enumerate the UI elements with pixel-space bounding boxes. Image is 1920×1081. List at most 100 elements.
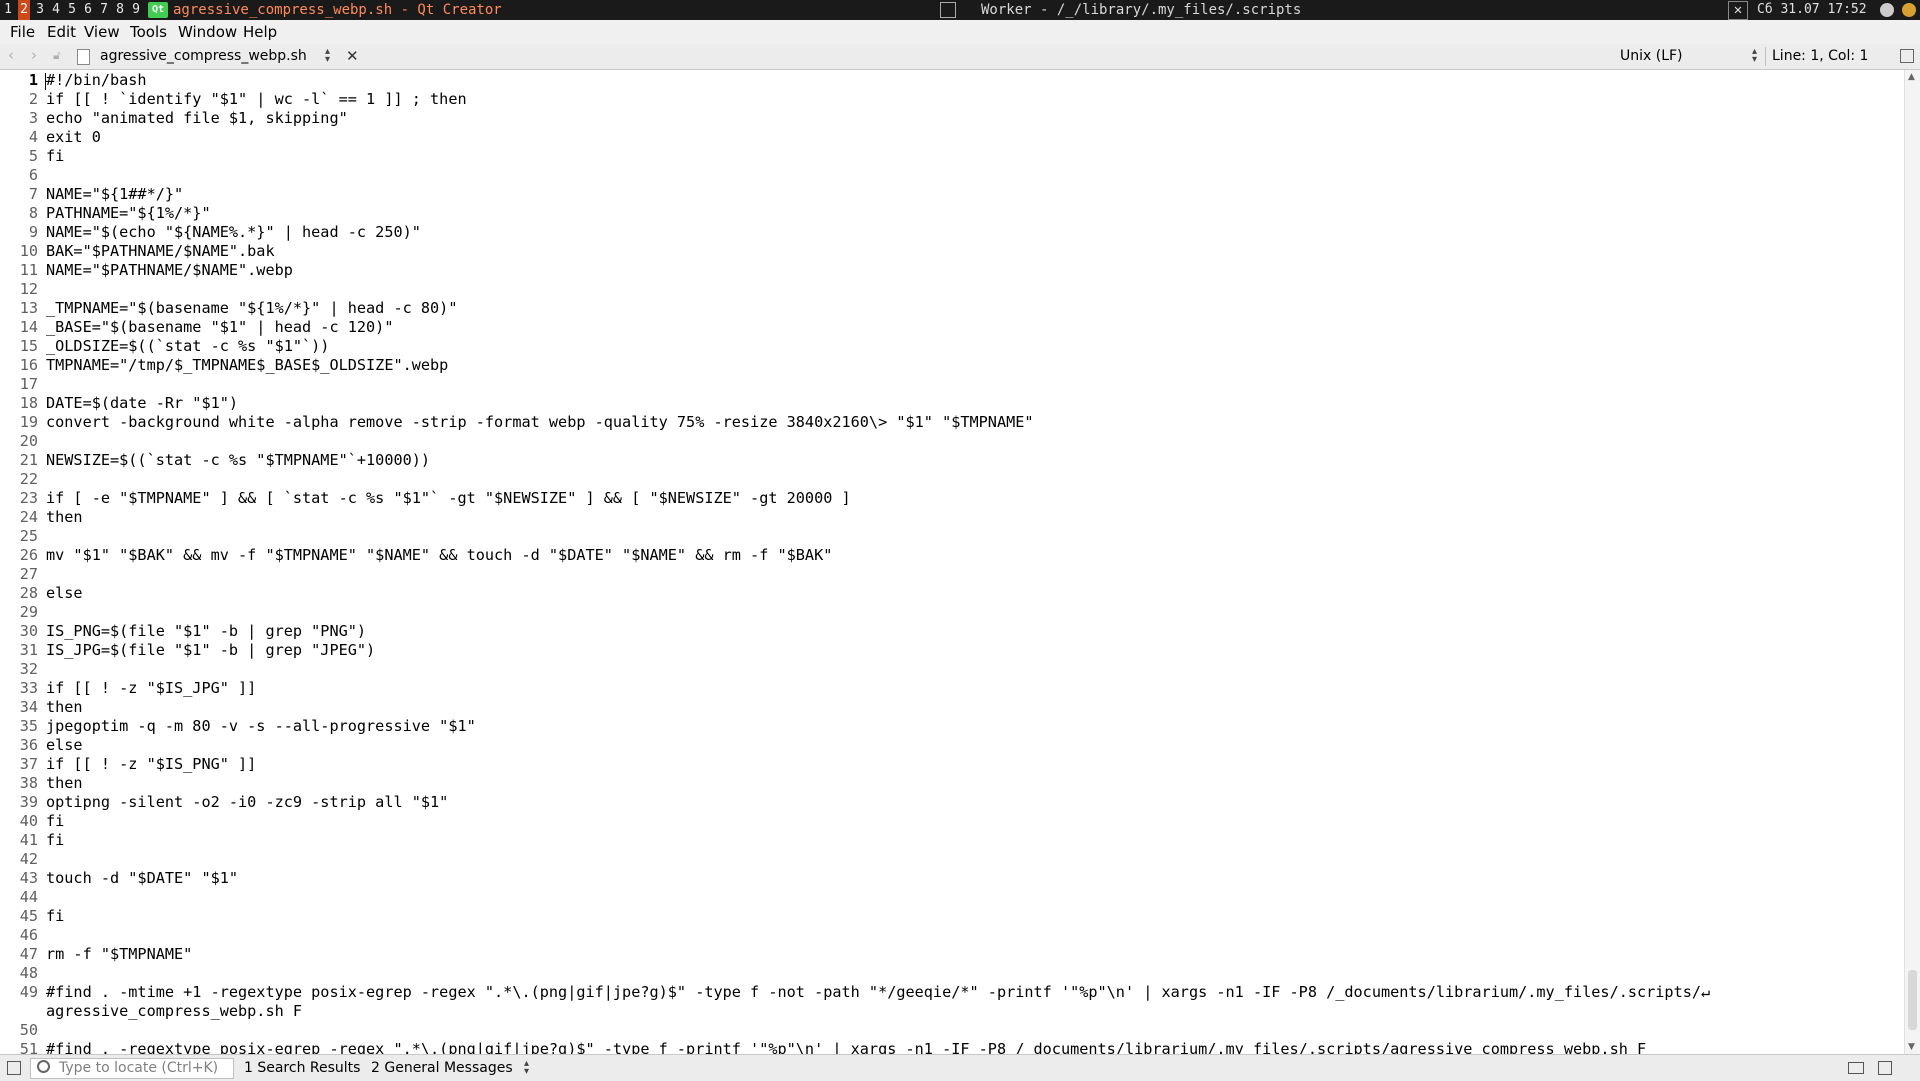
code-line[interactable]: NAME="$(echo "${NAME%.*}" | head -c 250)… [46, 223, 421, 242]
line-number: 15 [19, 337, 38, 355]
code-line[interactable]: PATHNAME="${1%/*}" [46, 204, 211, 223]
close-document-icon[interactable]: ✕ [346, 44, 359, 69]
output-panes-dropdown-icon[interactable]: ▴ ▾ [524, 1059, 529, 1077]
code-line[interactable]: fi [46, 907, 64, 926]
code-line[interactable]: exit 0 [46, 128, 101, 147]
clock: Сб 31.07 17:52 [1757, 2, 1867, 17]
line-number: 18 [19, 394, 38, 412]
forward-icon[interactable]: › [31, 46, 37, 64]
workspace-9[interactable]: 9 [130, 0, 142, 20]
menu-window[interactable]: Window [178, 20, 237, 44]
tray-icon[interactable] [1880, 3, 1894, 17]
code-line[interactable]: BAK="$PATHNAME/$NAME".bak [46, 242, 275, 261]
close-window-icon[interactable]: ✕ [1728, 1, 1748, 20]
code-line[interactable]: if [ -e "$TMPNAME" ] && [ `stat -c %s "$… [46, 489, 851, 508]
locator-input[interactable]: Type to locate (Ctrl+K) [30, 1058, 234, 1079]
toggle-right-sidebar-icon[interactable] [1878, 1061, 1892, 1075]
search-results-pane-button[interactable]: 1 Search Results [244, 1055, 360, 1081]
code-line[interactable]: convert -background white -alpha remove … [46, 413, 1034, 432]
line-number: 34 [19, 698, 38, 716]
code-line[interactable]: DATE=$(date -Rr "$1") [46, 394, 238, 413]
line-number: 49 [19, 983, 38, 1001]
scrollbar-thumb[interactable] [1908, 970, 1917, 1030]
code-line[interactable]: agressive_compress_webp.sh F [46, 1002, 302, 1021]
code-line[interactable]: NAME="$PATHNAME/$NAME".webp [46, 261, 293, 280]
other-window-title[interactable]: Worker - /_/library/.my_files/.scripts [981, 0, 1301, 20]
code-line[interactable]: if [[ ! `identify "$1" | wc -l` == 1 ]] … [46, 90, 467, 109]
line-number: 23 [19, 489, 38, 507]
document-dropdown-icon[interactable]: ▴ ▾ [325, 47, 330, 65]
code-line[interactable]: NAME="${1##*/}" [46, 185, 183, 204]
scroll-up-icon[interactable]: ▲ [1908, 72, 1915, 82]
line-ending-selector[interactable]: Unix (LF) [1620, 44, 1683, 69]
line-ending-dropdown-icon[interactable]: ▴ ▾ [1752, 47, 1757, 65]
back-icon[interactable]: ‹ [8, 46, 14, 64]
tray-status-icon[interactable] [1902, 3, 1916, 17]
code-line[interactable]: if [[ ! -z "$IS_JPG" ]] [46, 679, 256, 698]
code-line[interactable]: #find . -mtime +1 -regextype posix-egrep… [46, 983, 1710, 1002]
line-number: 24 [19, 508, 38, 526]
line-number: 5 [28, 147, 38, 165]
menu-edit[interactable]: Edit [47, 20, 76, 44]
menu-view[interactable]: View [84, 20, 120, 44]
focused-window-title[interactable]: agressive_compress_webp.sh - Qt Creator [173, 0, 502, 20]
code-line[interactable]: fi [46, 147, 64, 166]
workspace-1[interactable]: 1 [2, 0, 14, 20]
code-line[interactable]: NEWSIZE=$((`stat -c %s "$TMPNAME"`+10000… [46, 451, 430, 470]
scroll-down-icon[interactable]: ▼ [1908, 1042, 1915, 1052]
code-line[interactable]: fi [46, 812, 64, 831]
code-line[interactable]: else [46, 584, 83, 603]
code-line[interactable]: _TMPNAME="$(basename "${1%/*}" | head -c… [46, 299, 457, 318]
menu-help[interactable]: Help [243, 20, 277, 44]
line-number: 30 [19, 622, 38, 640]
code-line[interactable]: then [46, 508, 83, 527]
code-line[interactable]: IS_PNG=$(file "$1" -b | grep "PNG") [46, 622, 366, 641]
vertical-scrollbar[interactable]: ▲ ▼ [1904, 70, 1920, 1054]
code-line[interactable]: #find . -regextype posix-egrep -regex ".… [46, 1040, 1646, 1054]
line-number: 11 [19, 261, 38, 279]
code-line[interactable]: echo "animated file $1, skipping" [46, 109, 348, 128]
code-line[interactable]: _BASE="$(basename "$1" | head -c 120)" [46, 318, 393, 337]
menu-file[interactable]: File [10, 20, 35, 44]
line-number: 42 [19, 850, 38, 868]
menu-tools[interactable]: Tools [130, 20, 167, 44]
workspace-5[interactable]: 5 [66, 0, 78, 20]
code-line[interactable]: fi [46, 831, 64, 850]
line-number: 21 [19, 451, 38, 469]
workspace-6[interactable]: 6 [82, 0, 94, 20]
general-messages-pane-button[interactable]: 2 General Messages [371, 1055, 513, 1081]
workspace-2[interactable]: 2 [18, 0, 30, 20]
toolbar-divider [1765, 47, 1766, 66]
open-document-selector[interactable]: agressive_compress_webp.sh [100, 44, 307, 69]
system-bar: 123456789 Qt agressive_compress_webp.sh … [0, 0, 1920, 20]
progress-details-icon[interactable] [1848, 1062, 1864, 1074]
code-line[interactable]: then [46, 774, 83, 793]
code-line[interactable]: #!/bin/bash [46, 71, 147, 90]
code-line[interactable]: TMPNAME="/tmp/$_TMPNAME$_BASE$_OLDSIZE".… [46, 356, 448, 375]
code-line[interactable]: rm -f "$TMPNAME" [46, 945, 192, 964]
workspace-4[interactable]: 4 [50, 0, 62, 20]
line-number: 44 [19, 888, 38, 906]
file-icon [77, 49, 90, 65]
code-line[interactable]: IS_JPG=$(file "$1" -b | grep "JPEG") [46, 641, 375, 660]
code-line[interactable]: if [[ ! -z "$IS_PNG" ]] [46, 755, 256, 774]
status-bar: Type to locate (Ctrl+K) 1 Search Results… [0, 1054, 1920, 1081]
code-line[interactable]: optipng -silent -o2 -i0 -zc9 -strip all … [46, 793, 448, 812]
split-editor-icon[interactable] [1900, 49, 1914, 63]
line-number: 17 [19, 375, 38, 393]
code-line[interactable]: _OLDSIZE=$((`stat -c %s "$1"`)) [46, 337, 329, 356]
menu-bar: File Edit View Tools Window Help [0, 20, 1920, 44]
code-line[interactable]: then [46, 698, 83, 717]
toggle-sidebar-icon[interactable] [7, 1061, 21, 1075]
code-line[interactable]: touch -d "$DATE" "$1" [46, 869, 238, 888]
workspace-3[interactable]: 3 [34, 0, 46, 20]
workspace-8[interactable]: 8 [114, 0, 126, 20]
cursor-position[interactable]: Line: 1, Col: 1 [1772, 44, 1868, 69]
workspace-7[interactable]: 7 [98, 0, 110, 20]
code-line[interactable]: else [46, 736, 83, 755]
lock-icon[interactable]: 🔓︎ [53, 48, 61, 63]
code-editor[interactable]: 1 2 3 4 5 6 7 8 9 10 11 12 13 14 15 16 17 18 19 20 21 22 23 24 2… [0, 70, 1904, 1054]
window-layout-icon[interactable] [940, 2, 972, 18]
code-line[interactable]: jpegoptim -q -m 80 -v -s --all-progressi… [46, 717, 476, 736]
code-line[interactable]: mv "$1" "$BAK" && mv -f "$TMPNAME" "$NAM… [46, 546, 832, 565]
